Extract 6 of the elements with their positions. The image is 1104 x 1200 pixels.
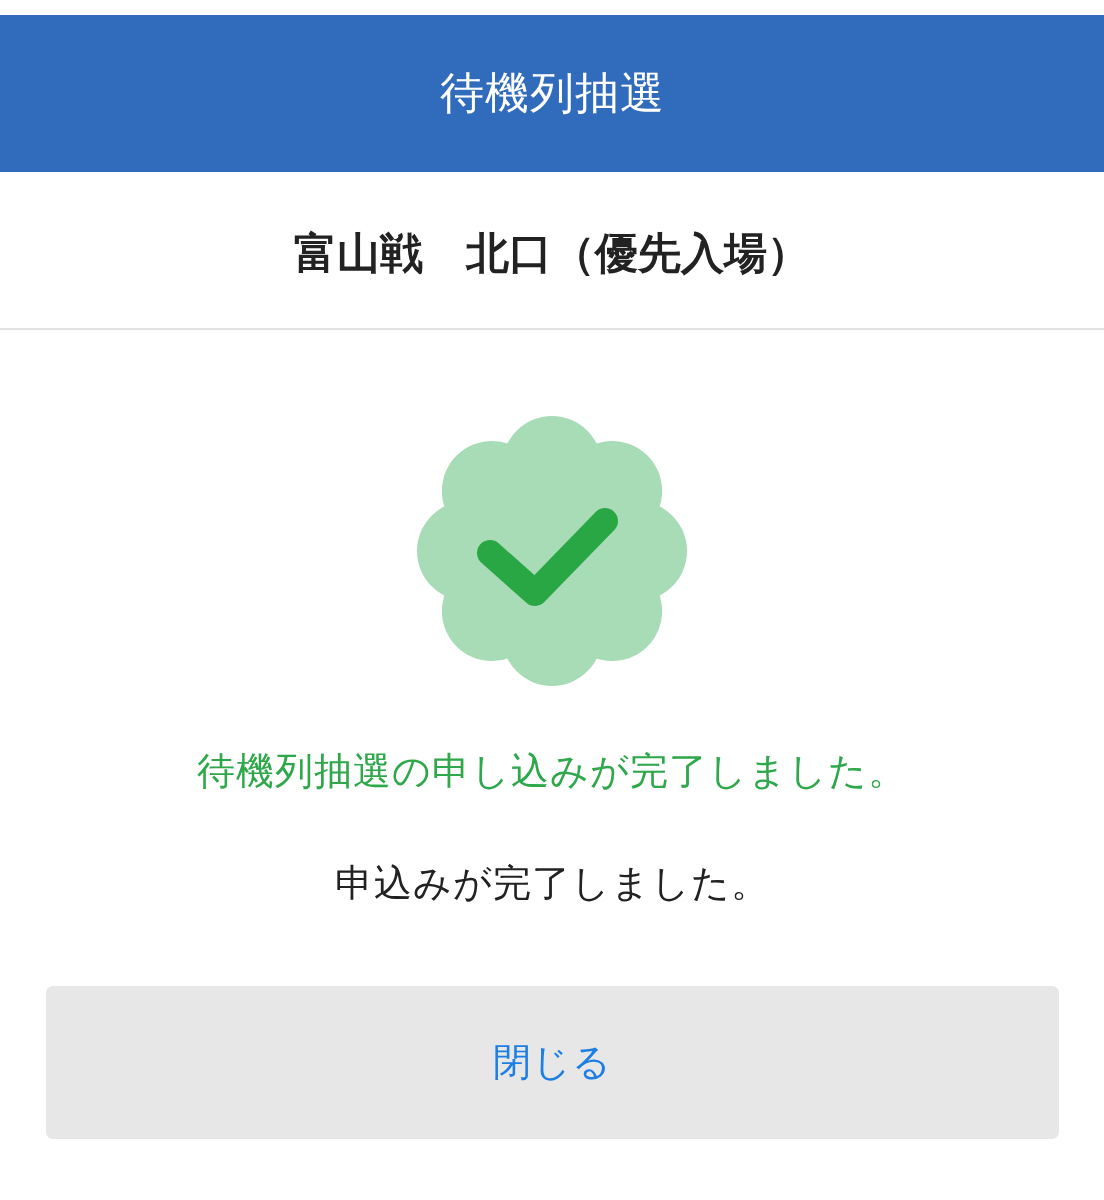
event-title: 富山戦 北口（優先入場）	[294, 227, 810, 280]
page-title: 待機列抽選	[439, 66, 665, 120]
confirmation-message: 申込みが完了しました。	[334, 860, 770, 907]
success-message: 待機列抽選の申し込みが完了しました。	[197, 748, 907, 795]
close-button[interactable]: 閉じる	[45, 986, 1059, 1139]
check-badge-icon	[417, 416, 687, 686]
